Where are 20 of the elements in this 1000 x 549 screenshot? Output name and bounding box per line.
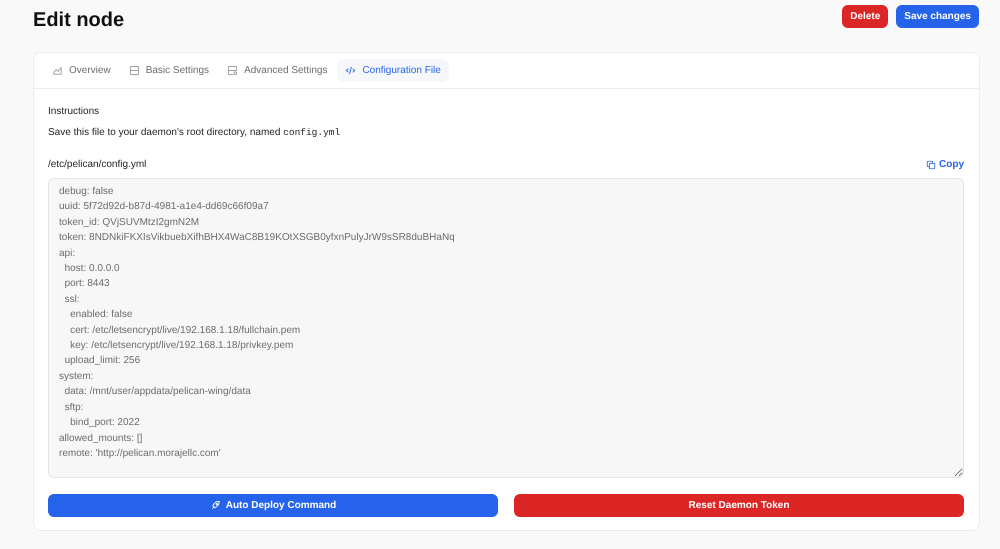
delete-button[interactable]: Delete bbox=[842, 5, 888, 28]
tab[interactable]: Basic Settings bbox=[120, 59, 218, 82]
config-textarea[interactable]: debug: false uuid: 5f72d92d-b87d-4981-a1e4-dd69c66f09a7 token_id: QVjSUVMtzI2gmN2M token: 8NDNkiFKXIsVikbuebXifhBHX4WaC8B19KOtXSGB0yfxnPulyJrW9sSR8duBHaNq api: host: 0.0.0.0 port: 8443 ssl: enabled: false cert: /etc/letsencrypt/live/192.168.1.18/fullchain.pem key: /etc/letsencrypt/live/192.168.1.18/privkey.pem upload_limit: 256 system: data: /mnt/user/appdata/pelican-wing/data sftp: bind_port: 2022 allowed_mounts: [] remote: 'http://pelican.morajellc.com' bbox=[48, 178, 964, 478]
tab[interactable]: Advanced Settings bbox=[219, 59, 336, 82]
save-button[interactable]: Save changes bbox=[896, 5, 979, 28]
code-icon bbox=[345, 65, 356, 76]
chart-icon bbox=[52, 65, 63, 76]
reset-token-button[interactable]: Reset Daemon Token bbox=[514, 494, 964, 517]
instructions-text: Save this file to your daemon's root directory, named config.yml bbox=[48, 126, 342, 140]
file-path: /etc/pelican/config.yml bbox=[48, 158, 146, 172]
server-icon bbox=[128, 65, 140, 76]
instructions-heading: Instructions bbox=[48, 105, 100, 119]
tab[interactable]: Configuration File bbox=[337, 59, 449, 82]
copy-icon bbox=[926, 160, 936, 170]
copy-button[interactable]: Copy bbox=[926, 157, 964, 172]
rocket-icon bbox=[210, 500, 221, 511]
page-title: Edit node bbox=[33, 8, 124, 33]
deploy-command-button[interactable]: Auto Deploy Command bbox=[48, 494, 498, 517]
tab[interactable]: Overview bbox=[44, 59, 119, 82]
server-cog-icon bbox=[227, 65, 238, 76]
